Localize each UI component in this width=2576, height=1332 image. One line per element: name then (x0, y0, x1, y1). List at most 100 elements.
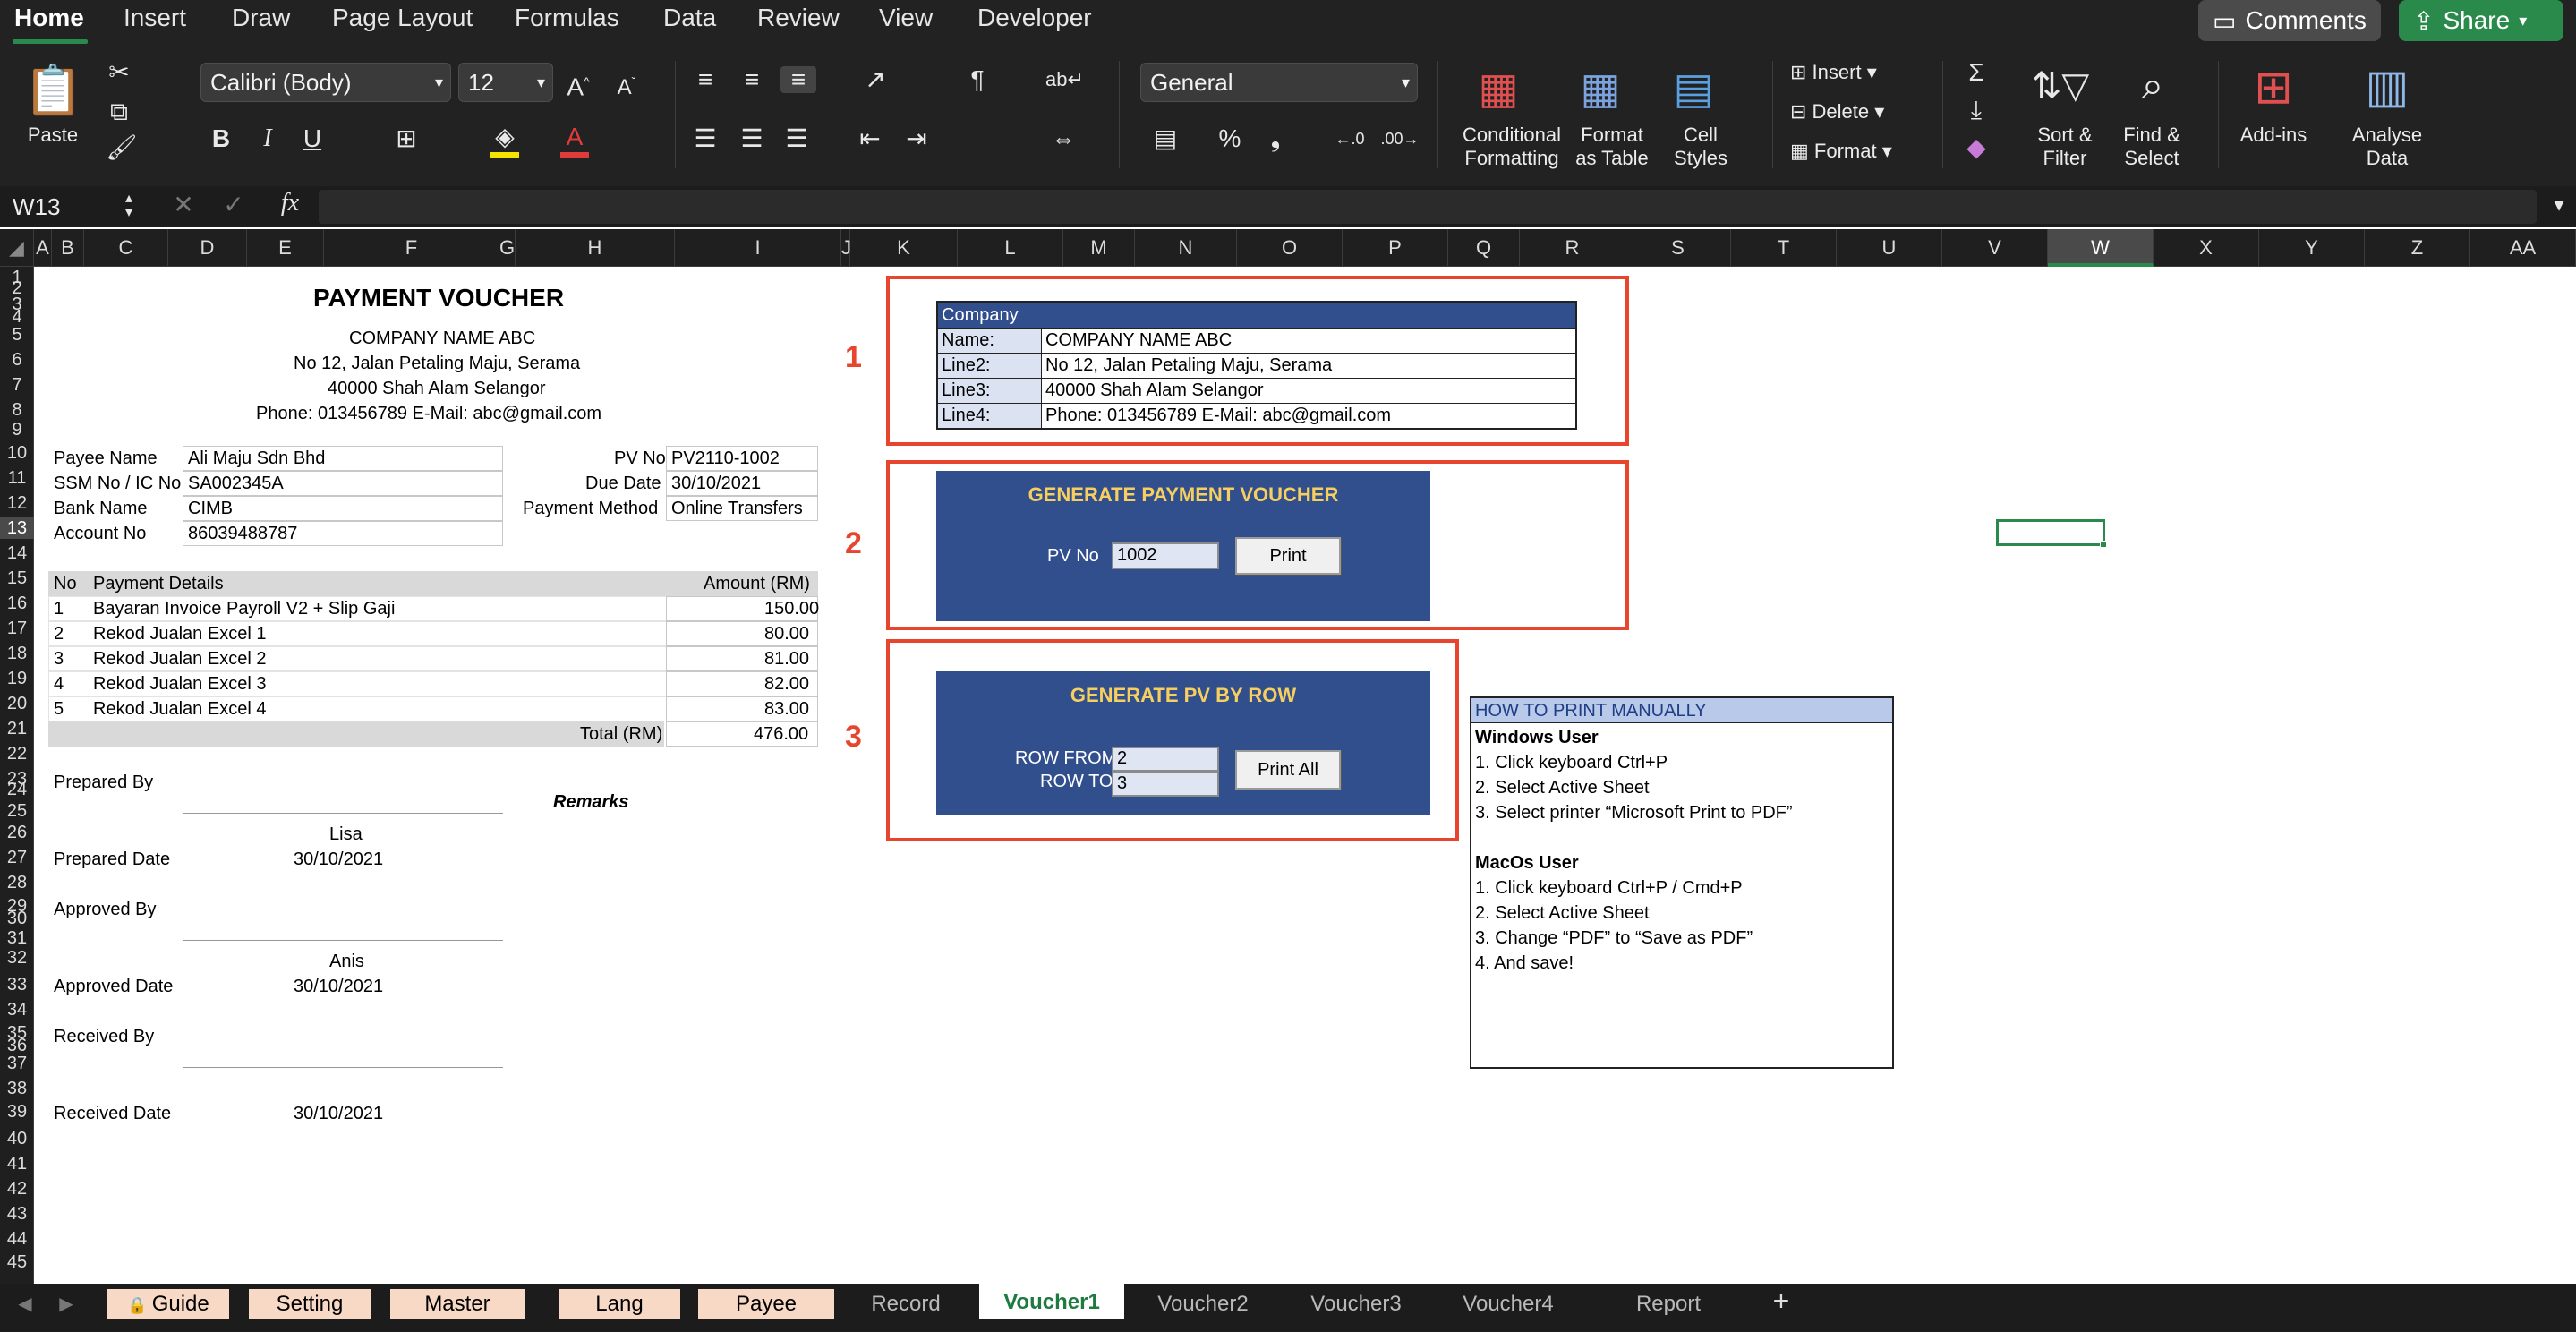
tab-home[interactable]: Home (14, 4, 84, 32)
search-icon[interactable]: ⌕ (2121, 59, 2184, 113)
sheet-tab-guide[interactable]: 🔒 Guide (107, 1289, 229, 1319)
row-header-40[interactable]: 40 (0, 1128, 34, 1149)
row-header-38[interactable]: 38 (0, 1078, 34, 1099)
column-header-y[interactable]: Y (2259, 229, 2365, 267)
tab-view[interactable]: View (879, 4, 933, 32)
row-header-44[interactable]: 44 (0, 1228, 34, 1250)
row-header-9[interactable]: 9 (0, 419, 34, 440)
row-header-13[interactable]: 13 (0, 517, 34, 539)
add-sheet-button[interactable]: + (1754, 1286, 1808, 1315)
column-header-f[interactable]: F (324, 229, 499, 267)
sheet-tab-payee[interactable]: Payee (698, 1289, 834, 1319)
chevron-right-icon[interactable]: ▶ (57, 1291, 75, 1318)
row-from-input[interactable]: 2 (1112, 747, 1219, 772)
format-painter-icon[interactable]: 🖌 (106, 134, 138, 161)
add-ins-button[interactable]: Add-ins (2236, 124, 2311, 147)
cell-styles-icon[interactable]: ▤ (1667, 63, 1720, 116)
merge-center-icon[interactable]: ⇔ (1045, 125, 1081, 152)
comments-button[interactable]: ▭ Comments (2198, 0, 2381, 41)
column-header-k[interactable]: K (850, 229, 958, 267)
row-header-5[interactable]: 5 (0, 324, 34, 346)
row-header-18[interactable]: 18 (0, 643, 34, 664)
row-header-22[interactable]: 22 (0, 743, 34, 764)
column-header-o[interactable]: O (1237, 229, 1343, 267)
borders-icon[interactable]: ⊞ (388, 125, 424, 152)
sort-filter-button[interactable]: Sort & Filter (2025, 124, 2105, 170)
pv-no-input[interactable]: 1002 (1112, 542, 1219, 569)
increase-indent-icon[interactable]: ⇥ (900, 125, 933, 152)
tab-review[interactable]: Review (757, 4, 840, 32)
row-header-34[interactable]: 34 (0, 999, 34, 1020)
column-header-h[interactable]: H (516, 229, 675, 267)
align-bottom-icon[interactable]: ≡ (780, 66, 816, 93)
row-header-45[interactable]: 45 (0, 1251, 34, 1273)
row-header-16[interactable]: 16 (0, 593, 34, 614)
fill-icon[interactable]: ⤓ (1960, 97, 1992, 124)
row-header-11[interactable]: 11 (0, 467, 34, 489)
print-all-button[interactable]: Print All (1235, 750, 1341, 790)
fx-icon[interactable]: fx (272, 190, 308, 217)
find-select-button[interactable]: Find & Select (2109, 124, 2195, 170)
percent-icon[interactable]: % (1214, 125, 1246, 152)
row-header-41[interactable]: 41 (0, 1153, 34, 1174)
row-header-27[interactable]: 27 (0, 847, 34, 868)
column-header-r[interactable]: R (1520, 229, 1625, 267)
sheet-tab-voucher3[interactable]: Voucher3 (1291, 1289, 1421, 1319)
row-header-17[interactable]: 17 (0, 618, 34, 639)
row-header-14[interactable]: 14 (0, 542, 34, 564)
cancel-icon[interactable]: ✕ (170, 192, 197, 218)
row-header-30[interactable]: 30 (0, 908, 34, 929)
orientation-icon[interactable]: ↗ (854, 66, 897, 93)
sheet-tab-report[interactable]: Report (1595, 1289, 1742, 1319)
row-header-33[interactable]: 33 (0, 974, 34, 995)
row-header-7[interactable]: 7 (0, 374, 34, 396)
format-as-table-button[interactable]: Format as Table (1565, 124, 1659, 170)
underline-icon[interactable]: U (299, 125, 326, 152)
confirm-icon[interactable]: ✓ (220, 192, 247, 218)
company-setup-value[interactable]: COMPANY NAME ABC (1042, 328, 1575, 353)
row-header-39[interactable]: 39 (0, 1101, 34, 1123)
analyse-data-button[interactable]: Analyse Data (2345, 124, 2429, 170)
copy-icon[interactable]: ⧉ (106, 98, 132, 125)
row-header-6[interactable]: 6 (0, 349, 34, 371)
row-header-20[interactable]: 20 (0, 693, 34, 714)
column-header-m[interactable]: M (1063, 229, 1135, 267)
column-header-q[interactable]: Q (1448, 229, 1520, 267)
font-name-select[interactable]: Calibri (Body) ▾ (200, 63, 451, 102)
column-header-v[interactable]: V (1942, 229, 2048, 267)
add-ins-icon[interactable]: ⊞ (2245, 59, 2302, 116)
sheet-tab-record[interactable]: Record (841, 1289, 970, 1319)
column-header-l[interactable]: L (958, 229, 1063, 267)
column-header-e[interactable]: E (247, 229, 324, 267)
row-header-24[interactable]: 24 (0, 779, 34, 800)
wrap-text-icon[interactable]: ab↵ (1045, 66, 1084, 93)
decrease-decimal-icon[interactable]: .00→ (1380, 125, 1420, 152)
column-header-d[interactable]: D (168, 229, 247, 267)
font-size-select[interactable]: 12 ▾ (458, 63, 553, 102)
insert-cells-button[interactable]: ⊞ Insert ▾ (1790, 61, 1877, 84)
sheet-tab-voucher1[interactable]: Voucher1 (979, 1284, 1124, 1319)
conditional-formatting-icon[interactable]: ▦ (1471, 63, 1525, 116)
conditional-formatting-button[interactable]: Conditional Formatting (1454, 124, 1570, 170)
row-header-26[interactable]: 26 (0, 822, 34, 843)
column-header-z[interactable]: Z (2365, 229, 2470, 267)
tab-formulas[interactable]: Formulas (515, 4, 619, 32)
increase-font-icon[interactable]: A^ (560, 68, 596, 100)
paragraph-direction-icon[interactable]: ¶ (956, 66, 999, 93)
row-header-37[interactable]: 37 (0, 1053, 34, 1074)
column-header-s[interactable]: S (1625, 229, 1731, 267)
name-box-stepper-icon[interactable]: ▴ ▾ (120, 192, 138, 220)
tab-developer[interactable]: Developer (977, 4, 1092, 32)
company-setup-value[interactable]: Phone: 013456789 E-Mail: abc@gmail.com (1042, 403, 1575, 428)
sheet-tab-voucher2[interactable]: Voucher2 (1135, 1289, 1271, 1319)
cell-styles-button[interactable]: Cell Styles (1658, 124, 1744, 170)
chevron-left-icon[interactable]: ◀ (16, 1291, 34, 1318)
company-setup-value[interactable]: 40000 Shah Alam Selangor (1042, 378, 1575, 403)
row-header-12[interactable]: 12 (0, 492, 34, 514)
cut-icon[interactable]: ✂ (106, 59, 132, 86)
row-header-8[interactable]: 8 (0, 399, 34, 421)
column-header-w[interactable]: W (2048, 229, 2154, 267)
print-button[interactable]: Print (1235, 537, 1341, 575)
row-header-25[interactable]: 25 (0, 800, 34, 822)
tab-insert[interactable]: Insert (124, 4, 186, 32)
